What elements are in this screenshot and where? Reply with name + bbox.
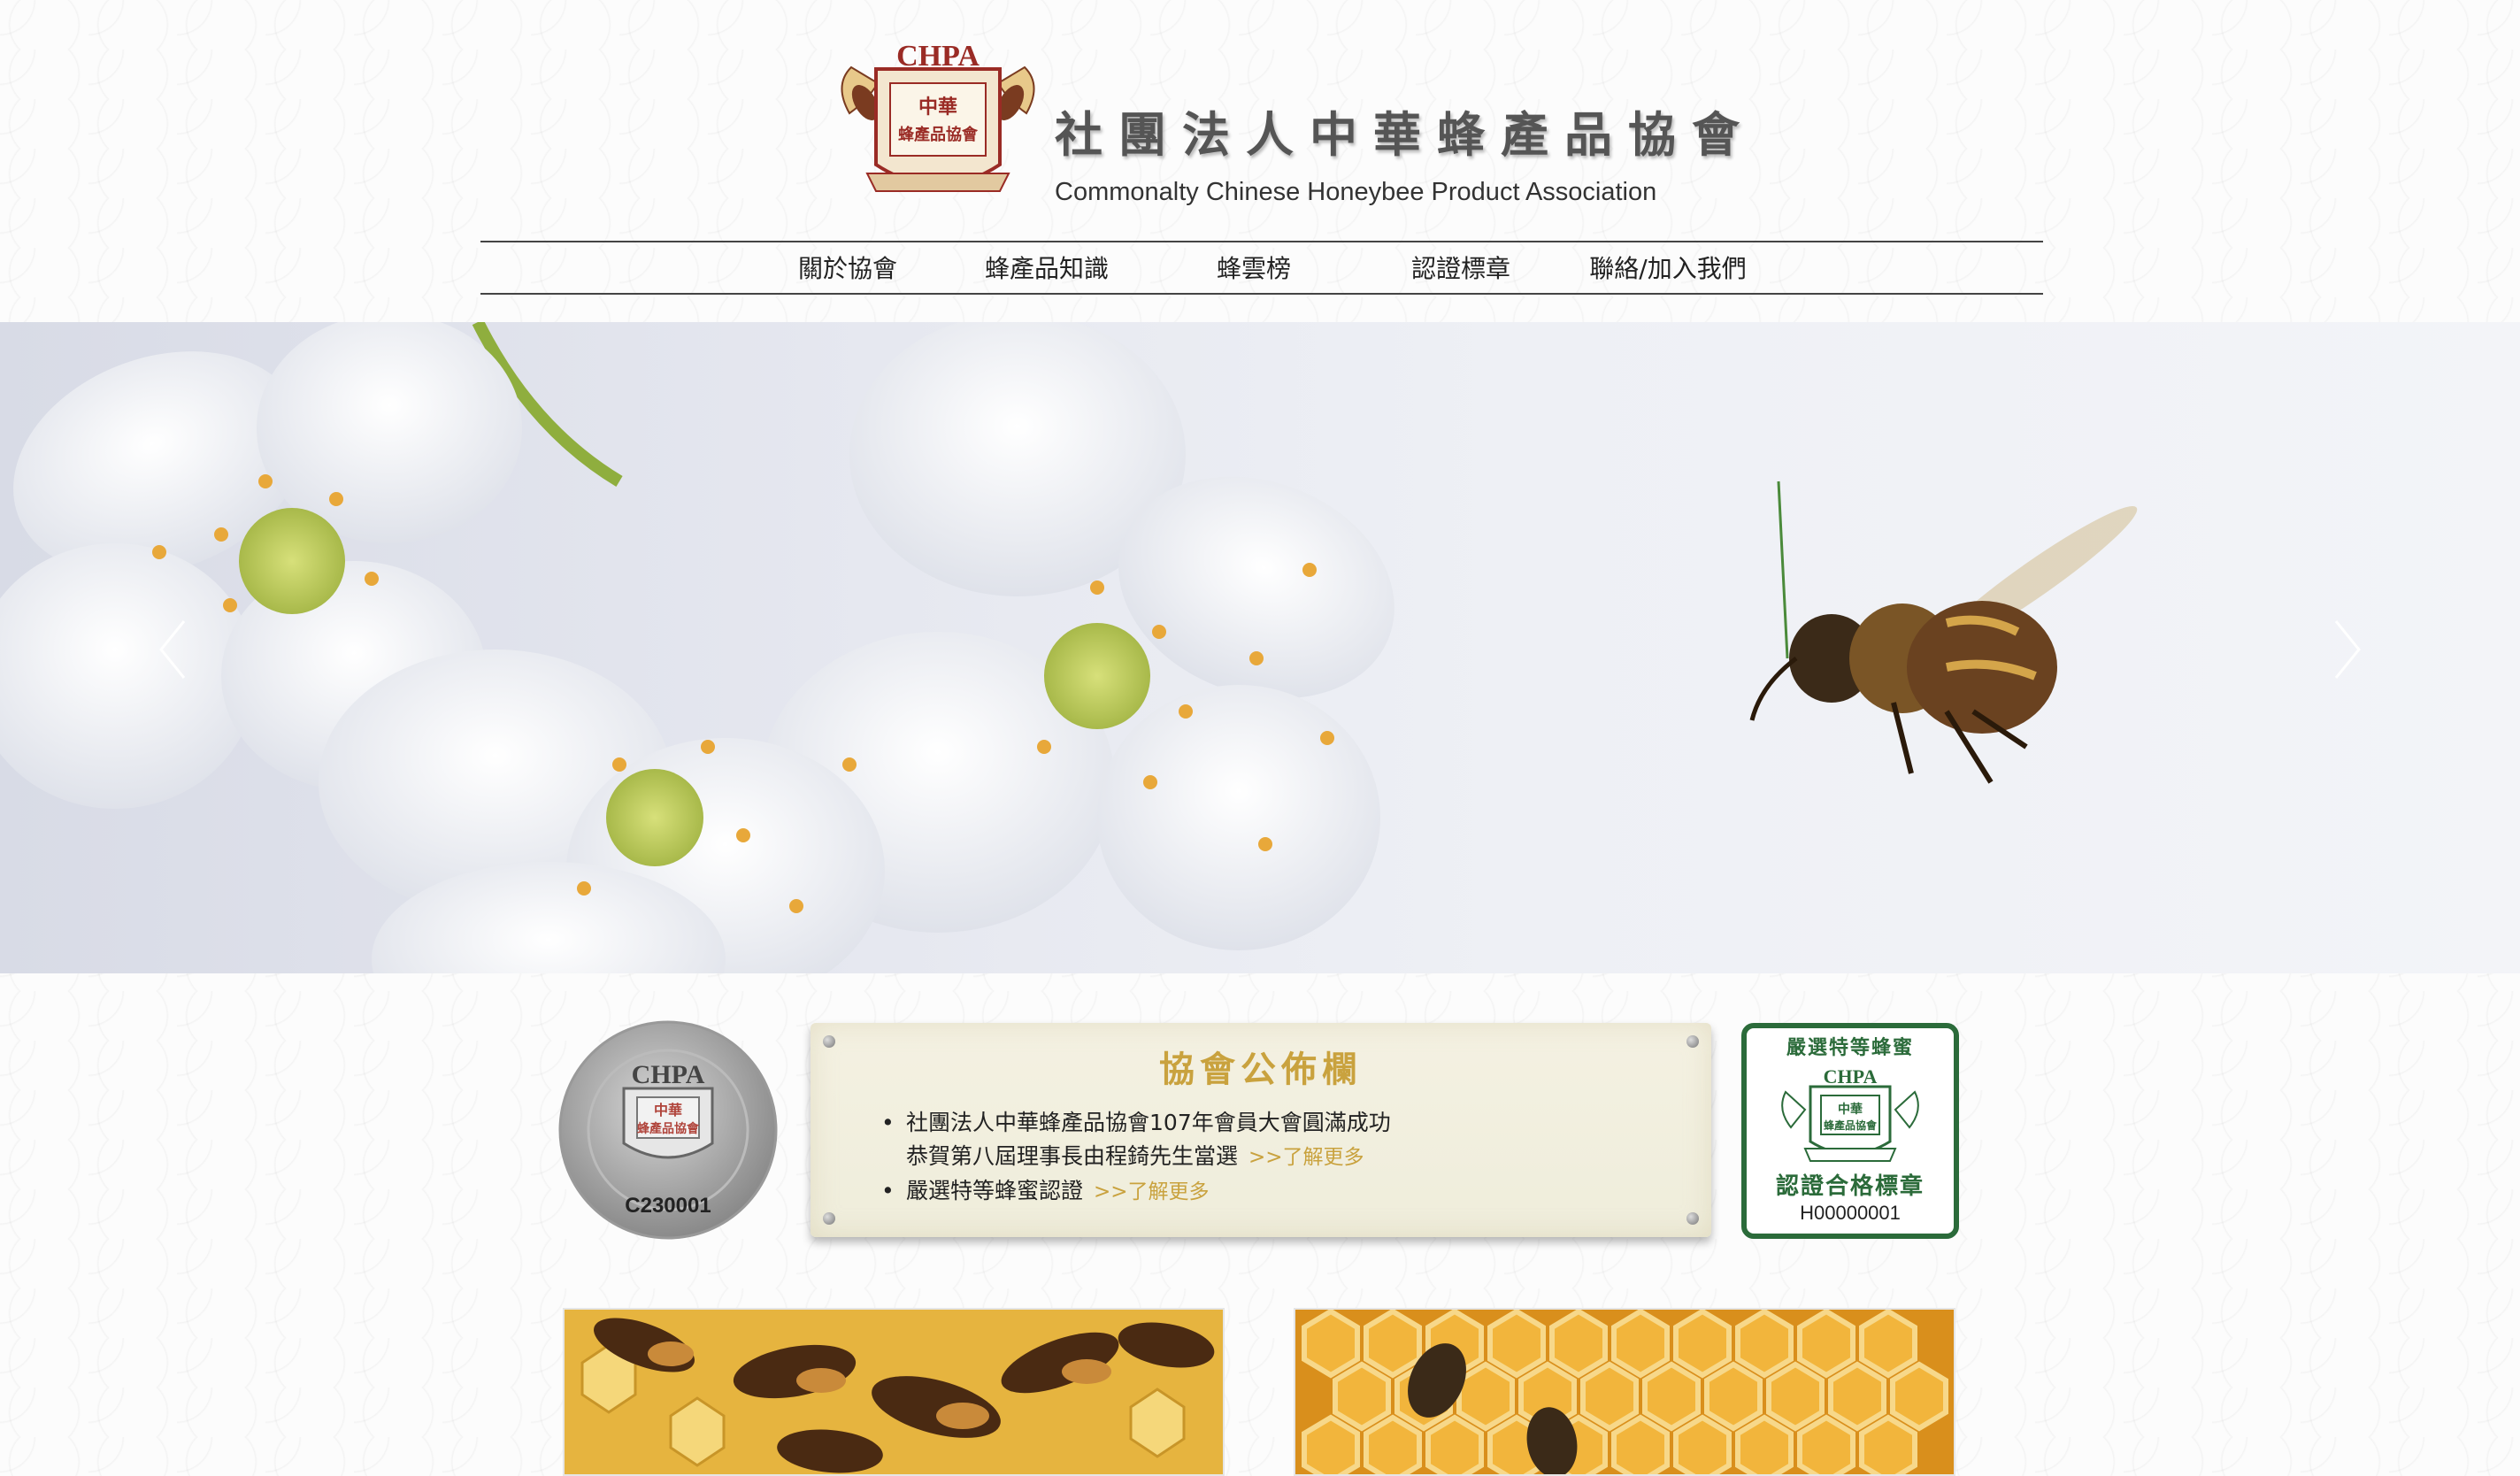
chevron-left-icon (159, 620, 186, 679)
notice-item-text: 恭賀第八屆理事長由程錡先生當選 (906, 1143, 1239, 1169)
notice-board: 協會公佈欄 • 社團法人中華蜂產品協會107年會員大會圓滿成功 恭賀第八屆理事長… (811, 1023, 1711, 1237)
badge-mark: CHPA (1824, 1065, 1878, 1088)
notice-item-continued: 恭賀第八屆理事長由程錡先生當選 >>了解更多 (906, 1140, 1391, 1174)
notice-title: 協會公佈欄 (1159, 1049, 1363, 1090)
notice-item-text: 嚴選特等蜂蜜認證 (906, 1178, 1084, 1203)
slider-prev-arrow[interactable] (149, 614, 202, 685)
more-link[interactable]: >>了解更多 (1094, 1180, 1210, 1203)
pin-icon (1686, 1212, 1699, 1225)
pin-icon (823, 1212, 835, 1225)
bees-on-comb-photo[interactable] (563, 1308, 1225, 1476)
silver-cert-seal[interactable]: CHPA 中華 蜂產品協會 C230001 (557, 1019, 779, 1241)
main-nav: 關於協會 蜂產品知識 蜂雲榜 認證標章 聯絡/加入我們 (752, 242, 1771, 292)
badge-cert-label: 認證合格標章 (1775, 1173, 1925, 1200)
nav-item-knowledge[interactable]: 蜂產品知識 (943, 250, 1150, 285)
nav-divider-bottom (480, 293, 2043, 295)
hero-slider (0, 322, 2520, 973)
chpa-logo[interactable]: CHPA 中華 蜂產品協會 (832, 32, 1044, 209)
notice-item: • 嚴選特等蜂蜜認證 >>了解更多 (881, 1178, 1210, 1203)
silver-seal-mark: CHPA (632, 1060, 705, 1089)
nav-item-contact[interactable]: 聯絡/加入我們 (1564, 250, 1771, 285)
badge-code: H00000001 (1800, 1202, 1901, 1224)
hero-image (0, 322, 2138, 973)
site-title-block: 社團法人中華蜂產品協會 Commonalty Chinese Honeybee … (1055, 96, 1756, 207)
slider-next-arrow[interactable] (2318, 614, 2371, 685)
logo-seal-line2: 蜂產品協會 (898, 125, 979, 144)
silver-seal-inner1: 中華 (654, 1102, 682, 1119)
silver-seal-inner2: 蜂產品協會 (637, 1121, 700, 1136)
page: CHPA 中華 蜂產品協會 社團法人中華蜂產品協會 Commonalty Chi… (0, 0, 2520, 1476)
silver-seal-code: C230001 (625, 1194, 711, 1218)
badge-seal-line2: 蜂產品協會 (1824, 1119, 1878, 1132)
logo-seal-line1: 中華 (918, 96, 957, 119)
site-title-zh: 社團法人中華蜂產品協會 (1055, 107, 1756, 163)
nav-item-certification[interactable]: 認證標章 (1357, 250, 1564, 285)
site-header: CHPA 中華 蜂產品協會 社團法人中華蜂產品協會 Commonalty Chi… (0, 0, 2520, 322)
notice-list: • 社團法人中華蜂產品協會107年會員大會圓滿成功 恭賀第八屆理事長由程錡先生當… (881, 1106, 1391, 1209)
nav-item-ranking[interactable]: 蜂雲榜 (1150, 250, 1357, 285)
honeycomb-photo[interactable] (1294, 1308, 1955, 1476)
chevron-right-icon (2334, 620, 2361, 679)
notice-item: • 社團法人中華蜂產品協會107年會員大會圓滿成功 (881, 1110, 1391, 1135)
badge-seal-line1: 中華 (1838, 1102, 1863, 1117)
more-link[interactable]: >>了解更多 (1248, 1146, 1364, 1169)
nav-item-about[interactable]: 關於協會 (752, 250, 943, 285)
notice-item-text: 社團法人中華蜂產品協會107年會員大會圓滿成功 (906, 1110, 1391, 1135)
honey-cert-badge[interactable]: 嚴選特等蜂蜜 CHPA 中華 蜂產品協會 認證合格標章 H00000001 (1741, 1023, 1959, 1239)
badge-emblem: CHPA 中華 蜂產品協會 (1781, 1065, 1919, 1162)
site-title-en: Commonalty Chinese Honeybee Product Asso… (1055, 178, 1657, 206)
logo-chpa-text: CHPA (896, 40, 980, 73)
